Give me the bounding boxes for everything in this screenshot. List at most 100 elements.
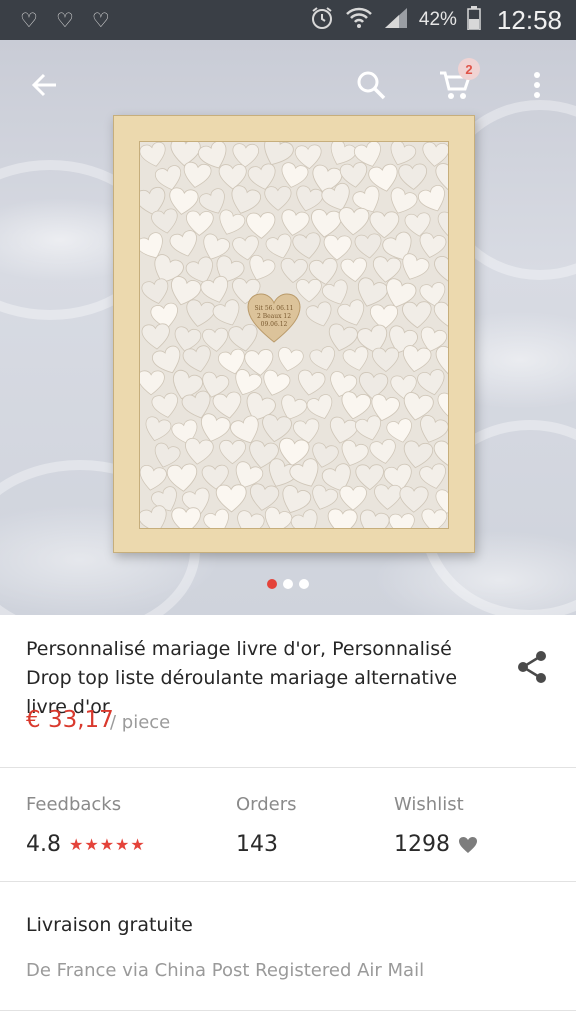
wishlist-value: 1298 [394, 832, 450, 857]
wooden-heart [232, 143, 260, 168]
wooden-heart [145, 416, 172, 442]
price-unit: / piece [110, 712, 171, 733]
wooden-heart [265, 233, 292, 259]
wooden-heart [327, 508, 358, 528]
product-price: € 33,17 [26, 707, 114, 733]
wooden-heart [434, 255, 448, 284]
search-icon [357, 71, 386, 100]
cart-count-badge: 2 [458, 58, 480, 80]
star-rating-icons: ★★★★★ [69, 835, 146, 854]
wooden-heart [437, 211, 448, 237]
wooden-heart [246, 212, 276, 239]
rating-value: 4.8 [26, 832, 61, 857]
engraved-heart: Sit 56. 06.11 2 Beaux 12 09.06.12 [246, 292, 302, 348]
wooden-heart [140, 370, 165, 396]
more-options-button[interactable] [514, 62, 560, 108]
wooden-heart [218, 164, 247, 190]
product-image-gallery[interactable]: Sit 56. 06.11 2 Beaux 12 09.06.12 2 [0, 40, 576, 615]
orders-label: Orders [236, 794, 297, 815]
wooden-heart [402, 345, 432, 373]
pagination-dot[interactable] [299, 579, 309, 589]
wooden-heart [306, 394, 333, 419]
wooden-heart [264, 186, 292, 211]
wooden-heart [402, 301, 432, 329]
wishlist-label: Wishlist [394, 794, 464, 815]
feedbacks-label: Feedbacks [26, 794, 122, 815]
wooden-heart [140, 142, 166, 167]
wooden-heart [171, 507, 201, 528]
heart-outline-icon: ♡ [91, 9, 110, 32]
alarm-icon [309, 5, 335, 36]
wooden-heart [151, 392, 178, 418]
wooden-heart [419, 232, 447, 258]
arrow-left-icon [31, 73, 56, 97]
wooden-heart [183, 161, 212, 188]
product-photo-frame: Sit 56. 06.11 2 Beaux 12 09.06.12 [113, 115, 475, 553]
wooden-heart [263, 369, 291, 396]
wooden-heart [323, 234, 352, 261]
product-info: Personnalisé mariage livre d'or, Personn… [0, 615, 576, 767]
wooden-heart [278, 347, 304, 372]
wooden-heart [330, 142, 357, 165]
wooden-heart [417, 184, 445, 212]
hearts-panel: Sit 56. 06.11 2 Beaux 12 09.06.12 [139, 141, 449, 529]
gallery-pagination [0, 579, 576, 589]
wooden-heart [398, 163, 428, 190]
wooden-heart [215, 484, 247, 513]
engraved-line-3: 09.06.12 [261, 321, 288, 328]
heart-outline-icon: ♡ [55, 9, 74, 32]
heart-outline-icon: ♡ [20, 9, 38, 32]
wooden-heart [170, 142, 201, 167]
pagination-dot[interactable] [267, 579, 277, 589]
wooden-heart [339, 485, 367, 511]
wishlist-count[interactable]: 1298 [394, 832, 478, 857]
pagination-dot[interactable] [283, 579, 293, 589]
product-stats: Feedbacks 4.8 ★★★★★ Orders 143 Wishlist … [0, 768, 576, 881]
wooden-heart [185, 437, 214, 465]
wooden-heart [281, 209, 310, 236]
wooden-heart [212, 299, 240, 326]
wooden-heart [342, 346, 369, 371]
engraved-line-2: 2 Beaux 12 [257, 313, 291, 320]
wooden-heart [305, 301, 332, 327]
wooden-heart [437, 392, 448, 418]
feedbacks-rating[interactable]: 4.8 ★★★★★ [26, 832, 146, 857]
wooden-heart [203, 508, 229, 528]
wooden-heart [141, 323, 170, 350]
heart-icon [459, 836, 477, 853]
wooden-heart [219, 439, 246, 465]
divider [0, 1010, 576, 1011]
status-bar: ♡ ♡ ♡ 42% 12:58 [0, 0, 576, 40]
back-button[interactable] [22, 62, 68, 108]
wooden-heart [374, 484, 402, 510]
search-button[interactable] [348, 62, 394, 108]
wooden-heart [371, 347, 400, 373]
wooden-heart [421, 508, 448, 528]
wooden-heart [140, 464, 167, 491]
wifi-icon [345, 5, 373, 36]
orders-value: 143 [236, 832, 278, 857]
wooden-heart [359, 509, 390, 528]
shipping-title: Livraison gratuite [26, 914, 193, 936]
shipping-section[interactable]: Livraison gratuite De France via China P… [0, 882, 576, 1012]
engraved-line-1: Sit 56. 06.11 [255, 305, 294, 312]
wooden-heart [141, 278, 169, 304]
orders-count: 143 [236, 832, 278, 857]
cart-button[interactable]: 2 [432, 58, 480, 108]
wooden-heart [151, 208, 178, 234]
battery-icon [467, 5, 481, 35]
signal-icon [383, 6, 409, 35]
wooden-heart [354, 233, 382, 259]
wooden-heart [292, 232, 321, 259]
wooden-heart [298, 369, 326, 396]
wooden-heart [388, 513, 415, 528]
wooden-heart [338, 207, 370, 236]
more-vertical-icon [534, 72, 540, 98]
wooden-heart [237, 510, 265, 528]
wooden-heart [341, 391, 372, 420]
shipping-method: De France via China Post Registered Air … [26, 960, 425, 981]
wooden-heart [369, 438, 396, 464]
share-button[interactable] [512, 647, 552, 687]
wooden-heart [169, 230, 197, 257]
wooden-heart [433, 300, 448, 328]
